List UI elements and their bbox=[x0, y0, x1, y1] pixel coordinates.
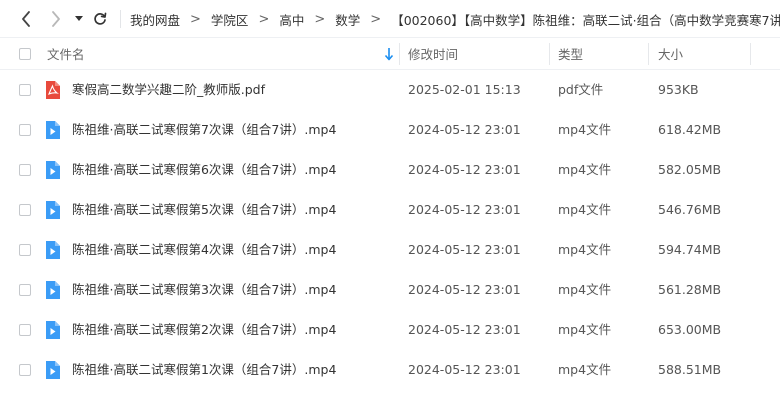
pdf-icon bbox=[43, 81, 61, 99]
breadcrumb-separator: > bbox=[258, 11, 270, 27]
toolbar: 我的网盘 > 学院区 > 高中 > 数学 > 【002060】【高中数学】陈祖维… bbox=[0, 0, 780, 38]
video-icon bbox=[43, 241, 61, 259]
video-icon bbox=[43, 281, 61, 299]
table-row[interactable]: 陈祖维·高联二试寒假第1次课（组合7讲）.mp4 2024-05-12 23:0… bbox=[0, 350, 780, 390]
history-dropdown-icon[interactable] bbox=[72, 9, 86, 29]
video-icon bbox=[43, 121, 61, 139]
row-checkbox[interactable] bbox=[19, 324, 31, 336]
video-icon bbox=[43, 321, 61, 339]
table-row[interactable]: 陈祖维·高联二试寒假第3次课（组合7讲）.mp4 2024-05-12 23:0… bbox=[0, 270, 780, 310]
column-divider[interactable] bbox=[648, 43, 649, 65]
table-row[interactable]: 陈祖维·高联二试寒假第4次课（组合7讲）.mp4 2024-05-12 23:0… bbox=[0, 230, 780, 270]
breadcrumb-separator: > bbox=[190, 11, 201, 27]
column-header-name[interactable]: 文件名 bbox=[47, 38, 85, 69]
row-checkbox[interactable] bbox=[19, 364, 31, 376]
file-name[interactable]: 陈祖维·高联二试寒假第5次课（组合7讲）.mp4 bbox=[72, 190, 336, 230]
toolbar-divider bbox=[120, 10, 121, 28]
file-name[interactable]: 陈祖维·高联二试寒假第2次课（组合7讲）.mp4 bbox=[72, 310, 336, 350]
select-all-cell bbox=[19, 38, 31, 69]
file-size: 953KB bbox=[658, 82, 699, 97]
row-checkbox[interactable] bbox=[19, 124, 31, 136]
file-name[interactable]: 陈祖维·高联二试寒假第7次课（组合7讲）.mp4 bbox=[72, 110, 336, 150]
video-icon bbox=[43, 201, 61, 219]
file-type: mp4文件 bbox=[558, 242, 612, 257]
file-size: 594.74MB bbox=[658, 242, 722, 257]
breadcrumb-separator: > bbox=[314, 11, 326, 27]
breadcrumb-current[interactable]: 【002060】【高中数学】陈祖维：高联二试·组合（高中数学竞赛寒7讲） bbox=[391, 10, 780, 29]
file-name[interactable]: 陈祖维·高联二试寒假第3次课（组合7讲）.mp4 bbox=[72, 270, 336, 310]
file-type: mp4文件 bbox=[558, 162, 612, 177]
row-checkbox[interactable] bbox=[19, 84, 31, 96]
breadcrumb-item[interactable]: 学院区 bbox=[211, 10, 249, 29]
column-header-type[interactable]: 类型 bbox=[558, 38, 583, 69]
file-modified: 2024-05-12 23:01 bbox=[408, 242, 521, 257]
breadcrumb-item[interactable]: 数学 bbox=[335, 10, 360, 29]
file-modified: 2024-05-12 23:01 bbox=[408, 162, 521, 177]
file-size: 561.28MB bbox=[658, 282, 722, 297]
breadcrumb-item[interactable]: 我的网盘 bbox=[130, 10, 180, 29]
table-header: 文件名 修改时间 类型 大小 bbox=[0, 38, 780, 70]
row-checkbox[interactable] bbox=[19, 244, 31, 256]
table-row[interactable]: 陈祖维·高联二试寒假第5次课（组合7讲）.mp4 2024-05-12 23:0… bbox=[0, 190, 780, 230]
file-size: 653.00MB bbox=[658, 322, 722, 337]
table-row[interactable]: 陈祖维·高联二试寒假第2次课（组合7讲）.mp4 2024-05-12 23:0… bbox=[0, 310, 780, 350]
column-header-size[interactable]: 大小 bbox=[658, 38, 683, 69]
file-modified: 2024-05-12 23:01 bbox=[408, 322, 521, 337]
file-size: 546.76MB bbox=[658, 202, 722, 217]
file-modified: 2024-05-12 23:01 bbox=[408, 282, 521, 297]
row-checkbox[interactable] bbox=[19, 284, 31, 296]
file-type: mp4文件 bbox=[558, 202, 612, 217]
column-header-modified[interactable]: 修改时间 bbox=[408, 38, 458, 69]
file-size: 588.51MB bbox=[658, 362, 722, 377]
column-divider[interactable] bbox=[399, 43, 400, 65]
file-modified: 2025-02-01 15:13 bbox=[408, 82, 521, 97]
table-row[interactable]: 寒假高二数学兴趣二阶_教师版.pdf 2025-02-01 15:13 pdf文… bbox=[0, 70, 780, 110]
select-all-checkbox[interactable] bbox=[19, 47, 31, 60]
file-type: mp4文件 bbox=[558, 282, 612, 297]
breadcrumb: 我的网盘 > 学院区 > 高中 > 数学 > 【002060】【高中数学】陈祖维… bbox=[130, 0, 780, 38]
row-checkbox[interactable] bbox=[19, 204, 31, 216]
file-type: mp4文件 bbox=[558, 322, 612, 337]
file-modified: 2024-05-12 23:01 bbox=[408, 122, 521, 137]
file-name[interactable]: 陈祖维·高联二试寒假第6次课（组合7讲）.mp4 bbox=[72, 150, 336, 190]
sort-down-arrow-icon[interactable] bbox=[384, 47, 394, 61]
refresh-icon[interactable] bbox=[90, 9, 110, 29]
file-modified: 2024-05-12 23:01 bbox=[408, 362, 521, 377]
file-size: 618.42MB bbox=[658, 122, 722, 137]
video-icon bbox=[43, 161, 61, 179]
file-type: mp4文件 bbox=[558, 122, 612, 137]
file-type: pdf文件 bbox=[558, 82, 604, 97]
forward-icon[interactable] bbox=[46, 9, 66, 29]
file-name[interactable]: 陈祖维·高联二试寒假第1次课（组合7讲）.mp4 bbox=[72, 350, 336, 390]
table-row[interactable]: 陈祖维·高联二试寒假第6次课（组合7讲）.mp4 2024-05-12 23:0… bbox=[0, 150, 780, 190]
file-modified: 2024-05-12 23:01 bbox=[408, 202, 521, 217]
table-row[interactable]: 陈祖维·高联二试寒假第7次课（组合7讲）.mp4 2024-05-12 23:0… bbox=[0, 110, 780, 150]
file-size: 582.05MB bbox=[658, 162, 722, 177]
row-checkbox[interactable] bbox=[19, 164, 31, 176]
back-icon[interactable] bbox=[16, 9, 36, 29]
breadcrumb-separator: > bbox=[370, 11, 382, 27]
breadcrumb-item[interactable]: 高中 bbox=[279, 10, 304, 29]
video-icon bbox=[43, 361, 61, 379]
file-name[interactable]: 陈祖维·高联二试寒假第4次课（组合7讲）.mp4 bbox=[72, 230, 336, 270]
file-name[interactable]: 寒假高二数学兴趣二阶_教师版.pdf bbox=[72, 70, 265, 110]
column-divider[interactable] bbox=[750, 43, 751, 65]
file-type: mp4文件 bbox=[558, 362, 612, 377]
column-divider[interactable] bbox=[549, 43, 550, 65]
